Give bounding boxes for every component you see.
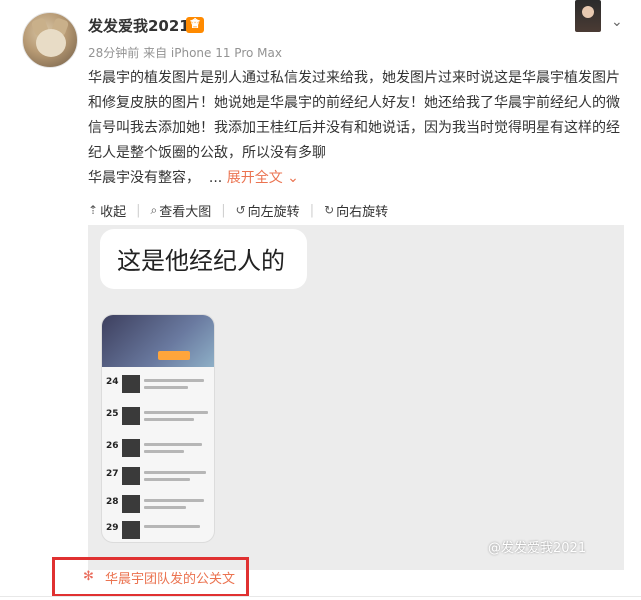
decoration-signature-icon xyxy=(533,0,575,31)
list-line xyxy=(144,471,206,474)
list-item: 27 xyxy=(106,467,212,489)
toolbar-divider: | xyxy=(309,202,315,218)
rotate-right-icon: ↻ xyxy=(324,203,335,217)
decoration-photo xyxy=(575,0,601,32)
team-pr-link-highlight[interactable]: ✻ 华晨宇团队发的公关文 xyxy=(52,557,249,597)
phone-header xyxy=(102,315,214,367)
phone-header-tag xyxy=(158,351,190,360)
image-watermark: @发发爱我2021 xyxy=(488,541,587,556)
list-line xyxy=(144,499,204,502)
chat-bubble: 这是他经纪人的 xyxy=(100,229,307,289)
rotate-left-icon: ↺ xyxy=(235,203,246,217)
list-line xyxy=(144,411,208,414)
rank-number: 28 xyxy=(106,497,119,507)
list-thumb xyxy=(122,407,140,425)
weibo-flower-icon: ✻ xyxy=(83,569,94,584)
post-text-last: 华晨宇没有整容， xyxy=(88,170,200,186)
image-toolbar: ⇡ 收起 | ⌕ 查看大图 | ↺ 向左旋转 | ↻ 向右旋转 xyxy=(88,200,388,220)
rotate-left-button[interactable]: ↺ 向左旋转 xyxy=(236,201,300,220)
post-content: 华晨宇的植发图片是别人通过私信发过来给我，她发图片过来时说这是华晨宇植发图片和修… xyxy=(88,66,623,191)
list-line xyxy=(144,443,202,446)
list-thumb xyxy=(122,495,140,513)
list-line xyxy=(144,506,186,509)
expand-label[interactable]: 展开全文 xyxy=(227,170,283,186)
post-meta: 28分钟前 来自 iPhone 11 Pro Max xyxy=(88,46,282,60)
list-thumb xyxy=(122,439,140,457)
list-line xyxy=(144,450,184,453)
chevron-down-icon[interactable]: ⌄ xyxy=(611,14,623,30)
username[interactable]: 发发爱我2021 xyxy=(88,15,190,36)
rank-number: 25 xyxy=(106,409,119,419)
post-image[interactable]: 这是他经纪人的 24 25 26 27 28 29 @发发爱我2021 xyxy=(88,225,624,570)
chat-bubble-text: 这是他经纪人的 xyxy=(117,247,285,275)
rotate-right-button[interactable]: ↻ 向右旋转 xyxy=(324,201,388,220)
toolbar-divider: | xyxy=(221,202,226,218)
list-item: 26 xyxy=(106,439,212,461)
collapse-button[interactable]: ⇡ 收起 xyxy=(88,201,126,220)
view-large-button[interactable]: ⌕ 查看大图 xyxy=(150,201,211,220)
list-item: 25 xyxy=(106,407,212,429)
toolbar-divider: | xyxy=(136,202,141,218)
avatar-face xyxy=(36,29,66,57)
zoom-icon: ⌕ xyxy=(150,202,158,217)
bottom-divider xyxy=(0,596,641,597)
phone-screenshot: 24 25 26 27 28 29 xyxy=(101,314,215,543)
collapse-label: 收起 xyxy=(100,204,127,220)
collapse-icon: ⇡ xyxy=(88,203,99,217)
rotate-left-label: 向左旋转 xyxy=(247,204,300,220)
post-text: 华晨宇的植发图片是别人通过私信发过来给我，她发图片过来时说这是华晨宇植发图片和修… xyxy=(88,70,620,161)
list-item: 28 xyxy=(106,495,212,517)
user-avatar[interactable] xyxy=(22,12,78,68)
weibo-post-card: 发发爱我2021 會 28分钟前 来自 iPhone 11 Pro Max ⌄ … xyxy=(0,0,641,600)
list-thumb xyxy=(122,375,140,393)
chevron-down-icon[interactable]: ⌄ xyxy=(287,170,299,186)
list-line xyxy=(144,478,190,481)
list-thumb xyxy=(122,521,140,539)
rank-number: 26 xyxy=(106,441,119,451)
ellipsis: ... xyxy=(208,170,223,186)
rank-number: 24 xyxy=(106,377,119,387)
view-large-label: 查看大图 xyxy=(159,204,212,220)
list-item: 29 xyxy=(106,521,212,542)
list-line xyxy=(144,379,204,382)
vip-badge-icon: 會 xyxy=(186,17,204,33)
list-line xyxy=(144,525,200,528)
list-line xyxy=(144,386,188,389)
list-item: 24 xyxy=(106,375,212,397)
rank-number: 29 xyxy=(106,523,119,533)
team-pr-link-label[interactable]: 华晨宇团队发的公关文 xyxy=(105,568,235,587)
rank-number: 27 xyxy=(106,469,119,479)
expand-full-text-link[interactable]: 展开全文 ⌄ xyxy=(227,170,299,186)
list-line xyxy=(144,418,194,421)
list-thumb xyxy=(122,467,140,485)
rotate-right-label: 向右旋转 xyxy=(336,204,389,220)
